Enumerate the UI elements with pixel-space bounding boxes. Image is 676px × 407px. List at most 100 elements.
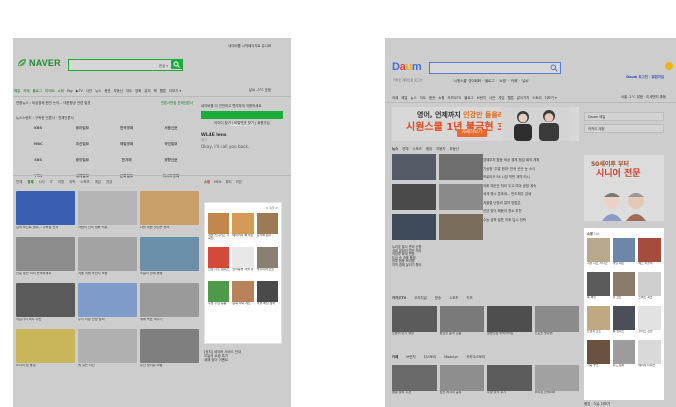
- tv-card[interactable]: 알쓸신잡 하이라이트: [487, 306, 532, 340]
- shopping-item[interactable]: 베이직 티셔츠: [638, 340, 661, 371]
- content-card[interactable]: 책 읽는 시간: [78, 329, 137, 372]
- side-list-item[interactable]: 새해 맞이 이벤트: [204, 358, 282, 362]
- naver-content-tab[interactable]: 시사: [39, 179, 45, 184]
- press-logo[interactable]: 중앙일보: [60, 158, 104, 164]
- shopping-item[interactable]: 캐시미어 코트: [256, 247, 278, 278]
- content-card[interactable]: 도시의 밤 풍경: [16, 329, 75, 372]
- naver-menu-item[interactable]: 뮤직: [144, 88, 150, 93]
- news-headline[interactable]: 신년 맞이 해돋이 명소 추천: [483, 209, 579, 213]
- naver-menu-item[interactable]: 책: [154, 88, 157, 93]
- daum-news-tab[interactable]: 뉴스: [392, 146, 398, 151]
- cafe-tab[interactable]: 티스토리: [424, 355, 436, 359]
- shopping-item[interactable]: 가죽 부츠: [587, 340, 610, 371]
- shopping-item[interactable]: 울 코트: [612, 272, 636, 303]
- news-headline[interactable]: 국회 예산안 처리 두고 여야 공방 계속: [483, 184, 579, 188]
- daum-bottom-link[interactable]: 랭킹 · 이슈 더보기: [584, 402, 610, 406]
- daum-menu-item[interactable]: 쇼핑: [438, 95, 444, 100]
- shopping-item[interactable]: 플리스 집업: [638, 306, 661, 337]
- press-logo[interactable]: 매일경제: [105, 142, 149, 148]
- naver-logo[interactable]: NAVER: [17, 58, 61, 68]
- cafe-card[interactable]: 우리집 인테리어: [534, 365, 579, 399]
- naver-menu-item[interactable]: 사전: [86, 88, 92, 93]
- daum-news-tab[interactable]: 자동차: [436, 146, 445, 151]
- shopping-item[interactable]: 신상 니트 원피스: [208, 247, 230, 278]
- daum-news-tab[interactable]: 랭킹: [426, 146, 432, 151]
- naver-weather[interactable]: 날씨 -3°C 흐림: [249, 88, 271, 92]
- news-headline[interactable]: 수능 성적 발표 이후 입시 전략: [483, 218, 579, 222]
- naver-headline[interactable]: 연합뉴스 › 비상경제 현안 논의... 대한항공 관련 발표: [16, 101, 91, 105]
- daum-ad-banner[interactable]: 영어, 언제까지 인강만 들을래? 시원스쿨 1년 불금현 30%할인 자세히보…: [392, 107, 579, 141]
- daum-menu-item[interactable]: 지도: [420, 95, 426, 100]
- news-headline[interactable]: 겨울철 난방비 절약 방법은: [483, 201, 579, 205]
- content-card[interactable]: 사랑의 인사 영화 리뷰: [78, 191, 137, 234]
- naver-content-tab[interactable]: IT: [50, 180, 53, 184]
- shopping-item[interactable]: 원목 식탁 세트: [232, 281, 254, 312]
- daum-login[interactable]: Daum 로그인 · 회원가입: [626, 62, 673, 82]
- naver-login-button[interactable]: NAVER 로그인: [201, 111, 283, 127]
- news-headline[interactable]: 경제부처 합동 비상 경제 점검 회의 개최: [483, 158, 579, 162]
- shopping-item[interactable]: 롱 패딩: [587, 272, 610, 303]
- naver-menu-item[interactable]: 부동산: [114, 88, 123, 93]
- naver-newsstand-label[interactable]: 뉴스스탠드 › 구독한 언론사 · 전체언론사: [16, 116, 193, 120]
- press-logo[interactable]: MBC: [16, 142, 60, 148]
- daum-menu-item[interactable]: 브런치: [477, 95, 486, 100]
- daum-menu-item[interactable]: 사전: [489, 95, 495, 100]
- naver-menu-item[interactable]: Pay: [67, 89, 73, 93]
- naver-content-tab[interactable]: 전체: [16, 179, 22, 184]
- login-links[interactable]: 아이디 찾기 | 비밀번호 찾기 | 회원가입: [201, 121, 283, 125]
- press-logo[interactable]: SBS: [16, 158, 60, 164]
- news-headline[interactable]: 프로야구 FA 시장 막판 계약 러시: [483, 175, 579, 179]
- shopping-item[interactable]: 데님 재킷: [612, 238, 636, 269]
- daum-trending-keywords[interactable]: '시원스쿨' 영어회화 · '블로그' · '쇼핑' · '카페' · '날씨': [453, 79, 529, 83]
- naver-menu-item[interactable]: 블로그: [33, 88, 42, 93]
- cafe-tab[interactable]: 카페: [392, 355, 398, 359]
- cafe-card[interactable]: 캠핑 장비 추천: [392, 365, 437, 399]
- naver-search-box[interactable]: 한글 ▾: [68, 59, 183, 71]
- shopping-item[interactable]: 홈카페 원두: [256, 213, 278, 244]
- shopping-item[interactable]: 트렌치 코트: [587, 306, 610, 337]
- shopping-tab[interactable]: 리빙: [236, 179, 242, 184]
- shopping-tab[interactable]: 뷰티: [225, 179, 231, 184]
- daum-menu-item[interactable]: 카페: [392, 95, 398, 100]
- shopping-tab[interactable]: 쇼핑: [204, 179, 210, 184]
- shopping-item[interactable]: 후드 점퍼: [612, 340, 636, 371]
- tv-tab[interactable]: 키즈: [466, 296, 472, 300]
- content-card[interactable]: 겨울 여행 추천지 모음: [78, 237, 137, 280]
- naver-search-button[interactable]: [171, 60, 182, 69]
- naver-menu-item[interactable]: 지도: [126, 88, 132, 93]
- naver-content-tab[interactable]: 스포츠: [80, 179, 89, 184]
- daum-menu-item[interactable]: 블로그: [464, 95, 473, 100]
- quick-link[interactable]: Daum 메일: [584, 112, 664, 121]
- shopping-item[interactable]: 겨울 니트 카디건: [587, 238, 610, 269]
- tv-tab[interactable]: 방송: [435, 296, 441, 300]
- tv-tab[interactable]: 카카오TV: [392, 296, 406, 300]
- daum-menu-item[interactable]: 메일: [401, 95, 407, 100]
- news-headline[interactable]: 기상청 '주말 한파' 전국 곳곳 눈 소식: [483, 167, 579, 171]
- press-logo[interactable]: 조선일보: [60, 142, 104, 148]
- press-logo[interactable]: 한겨레: [105, 158, 149, 164]
- daum-side-ad[interactable]: 50세이후 부터 시니어 전문: [584, 155, 664, 221]
- press-logo[interactable]: KBS: [16, 126, 60, 132]
- press-logo[interactable]: 서울신문: [149, 126, 193, 132]
- press-logo[interactable]: 한국경제: [105, 126, 149, 132]
- content-card[interactable]: 사업가의 하루 루틴: [16, 283, 75, 326]
- daum-menu-item[interactable]: 웹툰: [507, 95, 513, 100]
- naver-content-tab[interactable]: 경제: [27, 179, 33, 184]
- daum-menu-item[interactable]: 더보기 ▾: [545, 95, 557, 100]
- cafe-card[interactable]: 반찬 레시피 공유: [439, 365, 484, 399]
- naver-menu-item[interactable]: 웹툰: [160, 88, 166, 93]
- news-thumbnail[interactable]: [439, 154, 483, 180]
- naver-search-keyboard[interactable]: 한글 ▾: [159, 63, 168, 68]
- content-card[interactable]: 주간 핫이슈 모음: [140, 329, 199, 372]
- naver-content-tab[interactable]: 과학: [69, 179, 75, 184]
- naver-menu-item[interactable]: 증권: [104, 88, 110, 93]
- press-logo[interactable]: 국민일보: [149, 142, 193, 148]
- daum-shopping-pager[interactable]: 1/4: [594, 232, 599, 236]
- daum-weather[interactable]: 서울 -2°C 맑음 · 미세먼지 좋음: [621, 95, 666, 99]
- daum-menu-item[interactable]: 게임: [498, 95, 504, 100]
- shopping-item[interactable]: 롱 원피스: [612, 306, 636, 337]
- daum-menu-item[interactable]: 스토리: [532, 95, 541, 100]
- content-card[interactable]: 주식 시장 전망 정리: [78, 283, 137, 326]
- naver-menu-item[interactable]: ▶TV: [76, 89, 83, 93]
- content-card[interactable]: 새해 목표 세우기: [140, 283, 199, 326]
